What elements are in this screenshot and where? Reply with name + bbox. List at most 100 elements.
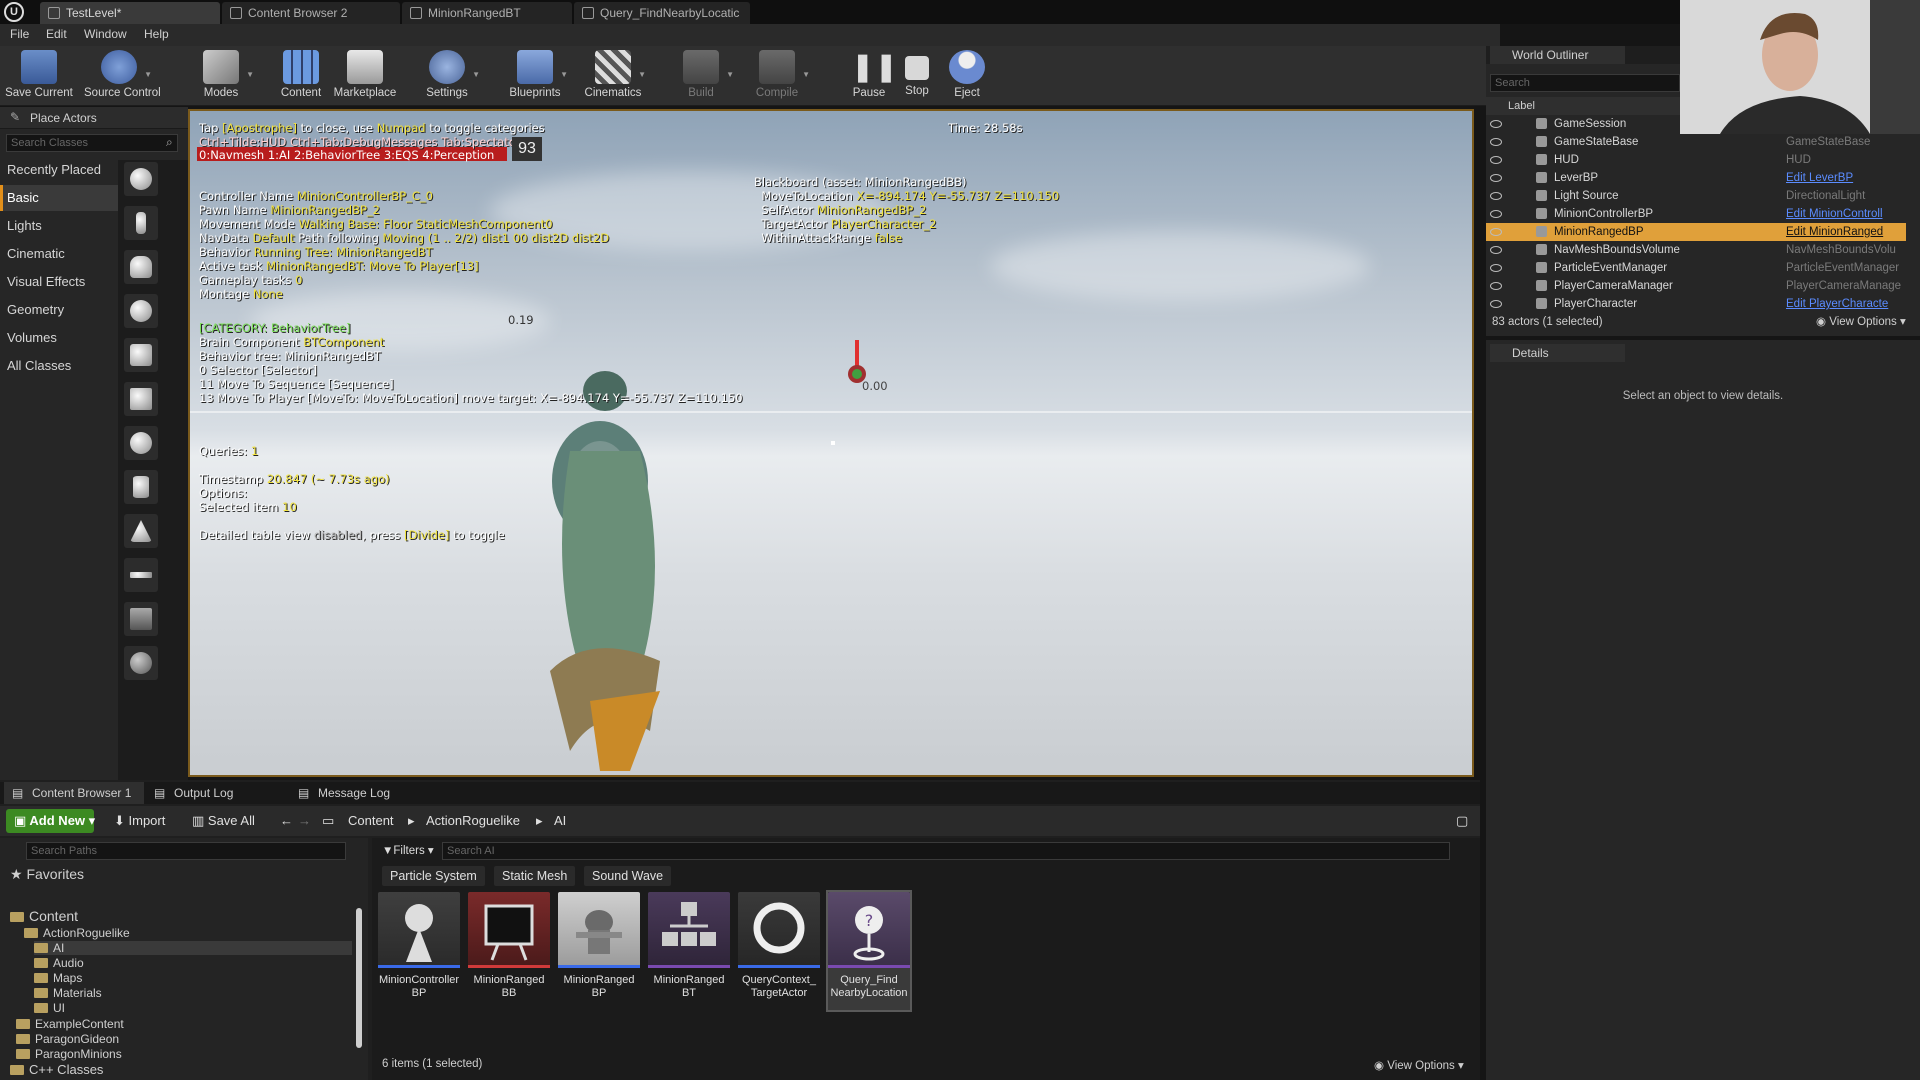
outliner-edit-link[interactable]: Edit PlayerCharacte <box>1786 295 1906 313</box>
chevron-down-icon[interactable]: ▼ <box>802 70 810 79</box>
favorites-section[interactable]: ★ Favorites <box>10 866 84 883</box>
lock-icon[interactable]: ▢ <box>1456 809 1468 833</box>
tab-message-log[interactable]: ▤ Message Log <box>290 782 430 804</box>
add-new-button[interactable]: ▣ Add New ▾ <box>6 809 95 833</box>
category-all-classes[interactable]: All Classes <box>0 353 118 379</box>
level-viewport[interactable]: 0.19 0.00 Tap [Apostrophe] to close, use… <box>188 109 1474 777</box>
import-button[interactable]: ⬇ Import <box>106 809 173 833</box>
actor-empty-character[interactable] <box>124 206 158 240</box>
search-icon[interactable]: ⌕ <box>166 135 173 150</box>
tree-ui[interactable]: UI <box>34 1001 65 1015</box>
tab-details[interactable]: Details <box>1490 344 1625 362</box>
breadcrumb-content[interactable]: Content <box>348 809 394 833</box>
menu-file[interactable]: File <box>10 27 29 41</box>
search-paths-input[interactable]: Search Paths <box>26 842 346 860</box>
outliner-edit-link[interactable]: Edit LeverBP <box>1786 169 1906 187</box>
tab-output-log[interactable]: ▤ Output Log <box>146 782 286 804</box>
outliner-row[interactable]: LeverBP Edit LeverBP <box>1486 169 1906 187</box>
category-recently-placed[interactable]: Recently Placed <box>0 157 118 183</box>
chevron-down-icon[interactable]: ▼ <box>726 70 734 79</box>
filter-chip-sound-wave[interactable]: Sound Wave <box>584 866 672 886</box>
visibility-eye-icon[interactable] <box>1490 138 1502 146</box>
outliner-edit-link[interactable]: Edit MinionControll <box>1786 205 1906 223</box>
settings-button[interactable]: Settings ▼ <box>412 48 482 104</box>
outliner-row[interactable]: ParticleEventManager ParticleEventManager <box>1486 259 1906 277</box>
build-button[interactable]: Build ▼ <box>666 48 736 104</box>
visibility-eye-icon[interactable] <box>1490 120 1502 128</box>
visibility-eye-icon[interactable] <box>1490 264 1502 272</box>
menu-edit[interactable]: Edit <box>46 27 67 41</box>
tree-materials[interactable]: Materials <box>34 986 102 1000</box>
actor-cone[interactable] <box>124 514 158 548</box>
tab-content-browser-1[interactable]: ▤ Content Browser 1 <box>4 782 144 804</box>
actor-empty-actor[interactable] <box>124 162 158 196</box>
history-forward-button[interactable]: → <box>290 809 319 833</box>
asset-tile[interactable]: MinionRanged BP <box>558 892 640 1010</box>
actor-sphere-trigger[interactable] <box>124 646 158 680</box>
compile-button[interactable]: Compile ▼ <box>742 48 812 104</box>
filter-chip-particle-system[interactable]: Particle System <box>382 866 485 886</box>
category-lights[interactable]: Lights <box>0 213 118 239</box>
visibility-eye-icon[interactable] <box>1490 246 1502 254</box>
asset-view-options-button[interactable]: ◉ View Options ▾ <box>1374 1058 1464 1072</box>
chevron-down-icon[interactable]: ▼ <box>638 70 646 79</box>
actor-sphere[interactable] <box>124 426 158 460</box>
asset-tile[interactable]: MinionController BP <box>378 892 460 1010</box>
tree-actionroguelike[interactable]: ActionRoguelike <box>24 926 130 940</box>
outliner-row[interactable]: HUD HUD <box>1486 151 1906 169</box>
actor-cylinder[interactable] <box>124 470 158 504</box>
visibility-eye-icon[interactable] <box>1490 156 1502 164</box>
chevron-down-icon[interactable]: ▼ <box>144 70 152 79</box>
filters-button[interactable]: ▼Filters ▾ <box>376 842 436 860</box>
cinematics-button[interactable]: Cinematics ▼ <box>578 48 648 104</box>
visibility-eye-icon[interactable] <box>1490 282 1502 290</box>
outliner-search-input[interactable]: Search <box>1490 74 1680 92</box>
visibility-eye-icon[interactable] <box>1490 192 1502 200</box>
filter-chip-static-mesh[interactable]: Static Mesh <box>494 866 576 886</box>
tab-minion-ranged-bt[interactable]: MinionRangedBT <box>402 2 572 24</box>
category-geometry[interactable]: Geometry <box>0 297 118 323</box>
asset-tile[interactable]: MinionRanged BB <box>468 892 550 1010</box>
tree-ai[interactable]: AI <box>34 941 352 955</box>
actor-cube[interactable] <box>124 382 158 416</box>
chevron-down-icon[interactable]: ▼ <box>472 70 480 79</box>
asset-tile[interactable]: QueryContext_ TargetActor <box>738 892 820 1010</box>
tab-world-outliner[interactable]: World Outliner <box>1490 46 1625 64</box>
outliner-row[interactable]: GameStateBase GameStateBase <box>1486 133 1906 151</box>
visibility-eye-icon[interactable] <box>1490 174 1502 182</box>
menu-help[interactable]: Help <box>144 27 169 41</box>
paths-scrollbar[interactable] <box>356 908 362 1048</box>
actor-box-trigger[interactable] <box>124 602 158 636</box>
tab-query-find-nearby[interactable]: Query_FindNearbyLocatic <box>574 2 750 24</box>
chevron-down-icon[interactable]: ▼ <box>560 70 568 79</box>
outliner-row[interactable]: PlayerCharacter Edit PlayerCharacte <box>1486 295 1906 313</box>
outliner-row[interactable]: Light Source DirectionalLight <box>1486 187 1906 205</box>
eject-button[interactable]: Eject <box>932 48 1002 104</box>
actor-empty-pawn[interactable] <box>124 250 158 284</box>
actor-plane[interactable] <box>124 558 158 592</box>
category-cinematic[interactable]: Cinematic <box>0 241 118 267</box>
save-all-button[interactable]: ▥ Save All <box>184 809 263 833</box>
content-button[interactable]: Content <box>266 48 336 104</box>
tree-audio[interactable]: Audio <box>34 956 84 970</box>
outliner-view-options-button[interactable]: ◉ View Options ▾ <box>1816 312 1906 332</box>
chevron-down-icon[interactable]: ▼ <box>246 70 254 79</box>
tree-cpp-classes[interactable]: C++ Classes <box>10 1062 103 1077</box>
tree-maps[interactable]: Maps <box>34 971 82 985</box>
category-basic[interactable]: Basic <box>0 185 118 211</box>
visibility-eye-icon[interactable] <box>1490 228 1502 236</box>
search-classes-input[interactable]: Search Classes <box>6 134 178 152</box>
tree-examplecontent[interactable]: ExampleContent <box>16 1017 124 1031</box>
outliner-row[interactable]: MinionControllerBP Edit MinionControll <box>1486 205 1906 223</box>
source-control-button[interactable]: Source Control ▼ <box>84 48 161 104</box>
marketplace-button[interactable]: Marketplace <box>330 48 400 104</box>
category-visual-effects[interactable]: Visual Effects <box>0 269 118 295</box>
search-assets-input[interactable]: Search AI <box>442 842 1450 860</box>
modes-button[interactable]: Modes ▼ <box>186 48 256 104</box>
visibility-eye-icon[interactable] <box>1490 210 1502 218</box>
visibility-eye-icon[interactable] <box>1490 300 1502 308</box>
outliner-row[interactable]: PlayerCameraManager PlayerCameraManage <box>1486 277 1906 295</box>
asset-tile-selected[interactable]: ? Query_Find NearbyLocation <box>826 890 912 1012</box>
breadcrumb-ai[interactable]: AI <box>554 809 566 833</box>
outliner-row[interactable]: NavMeshBoundsVolume NavMeshBoundsVolu <box>1486 241 1906 259</box>
